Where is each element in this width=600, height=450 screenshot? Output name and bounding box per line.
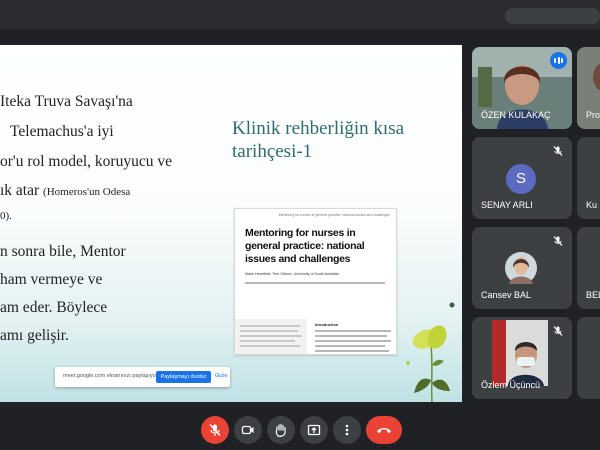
hide-share-bar-button[interactable]: Gizle (215, 373, 228, 379)
paper-intro-heading: Introduction (315, 322, 339, 327)
paper-abstract-box (235, 319, 307, 354)
participant-tile[interactable]: Pro (577, 47, 600, 129)
raise-hand-icon (275, 423, 286, 437)
participant-name: Cansev BAL (481, 290, 532, 300)
participant-tile[interactable]: Cansev BAL (472, 227, 572, 309)
mic-off-icon (209, 424, 221, 436)
mic-toggle-button[interactable] (201, 416, 229, 444)
mic-muted-icon (553, 326, 563, 336)
text-placeholder (245, 282, 385, 284)
slide-body-line: n sonra bile, Mentor (0, 243, 126, 260)
speaking-indicator-icon (550, 52, 567, 69)
present-button[interactable] (300, 416, 328, 444)
paper-authors: Marie Heartfield, Terri Gibson, Universi… (245, 272, 339, 276)
meet-window: Iteka Truva Savaşı'na Telemachus'a iyi o… (0, 0, 600, 450)
slide-body-line: am eder. Böylece (0, 299, 108, 316)
slide-body-line: Telemachus'a iyi (10, 123, 114, 140)
slide-title: Klinik rehberliğin kısa tarihçesi-1 (232, 118, 405, 162)
camera-icon (241, 425, 254, 435)
top-bar (0, 0, 600, 30)
paper-thumbnail: Mentoring for nurses in general practice… (234, 208, 397, 355)
raise-hand-button[interactable] (267, 416, 295, 444)
camera-toggle-button[interactable] (234, 416, 262, 444)
paper-title: Mentoring for nurses in general practice… (245, 227, 365, 265)
slide-body-line: ık atar (Homeros'un Odesa (0, 182, 131, 199)
text-placeholder (315, 330, 391, 332)
leave-call-button[interactable] (366, 416, 402, 444)
participant-name: Pro (586, 110, 600, 120)
flower-decoration-icon (406, 302, 455, 402)
participant-name: BEL (586, 290, 600, 300)
text-placeholder (315, 350, 389, 352)
paper-header: Mentoring for nurses in general practice… (278, 213, 390, 217)
text-placeholder (240, 340, 295, 342)
slide-body-line: amı gelişir. (0, 327, 69, 344)
more-options-button[interactable] (333, 416, 361, 444)
text-placeholder (240, 345, 300, 347)
text-placeholder (315, 335, 387, 337)
text-placeholder (240, 330, 298, 332)
participant-tile[interactable]: Özlem Üçüncü (472, 317, 572, 399)
end-call-icon (377, 428, 391, 433)
participant-name: Özlem Üçüncü (481, 380, 541, 390)
participant-tile[interactable] (577, 317, 600, 399)
participant-avatar: S (506, 164, 536, 194)
share-status-text: meet.google.com ekranınızı paylaşıyor. (63, 373, 159, 379)
mic-muted-icon (553, 146, 563, 156)
stop-sharing-button[interactable]: Paylaşmayı durdur (156, 371, 211, 383)
shared-presentation: Iteka Truva Savaşı'na Telemachus'a iyi o… (0, 45, 462, 402)
participant-tile[interactable]: BEL (577, 227, 600, 309)
slide-body-line: or'u rol model, koruyucu ve (0, 153, 172, 170)
slide-body-line: 0). (0, 210, 12, 222)
more-vert-icon (345, 424, 349, 436)
participant-tile[interactable]: S SENAY ARLI (472, 137, 572, 219)
text-placeholder (240, 335, 302, 337)
present-icon (307, 424, 321, 436)
text-placeholder (315, 340, 391, 342)
participant-photo-icon (505, 252, 537, 284)
screen-share-bar: meet.google.com ekranınızı paylaşıyor. P… (55, 367, 230, 387)
mic-muted-icon (553, 236, 563, 246)
participant-name: Ku (586, 200, 598, 210)
slide-body-line: Iteka Truva Savaşı'na (0, 93, 133, 110)
participant-tile[interactable]: Ku (577, 137, 600, 219)
participant-name: ÖZEN KULAKAÇ (481, 110, 551, 120)
slide-body-line: ham vermeye ve (0, 271, 103, 288)
participant-name: SENAY ARLI (481, 200, 533, 210)
text-placeholder (315, 345, 385, 347)
participant-tile[interactable]: ÖZEN KULAKAÇ (472, 47, 572, 129)
top-bar-pill (505, 8, 600, 24)
text-placeholder (240, 325, 300, 327)
